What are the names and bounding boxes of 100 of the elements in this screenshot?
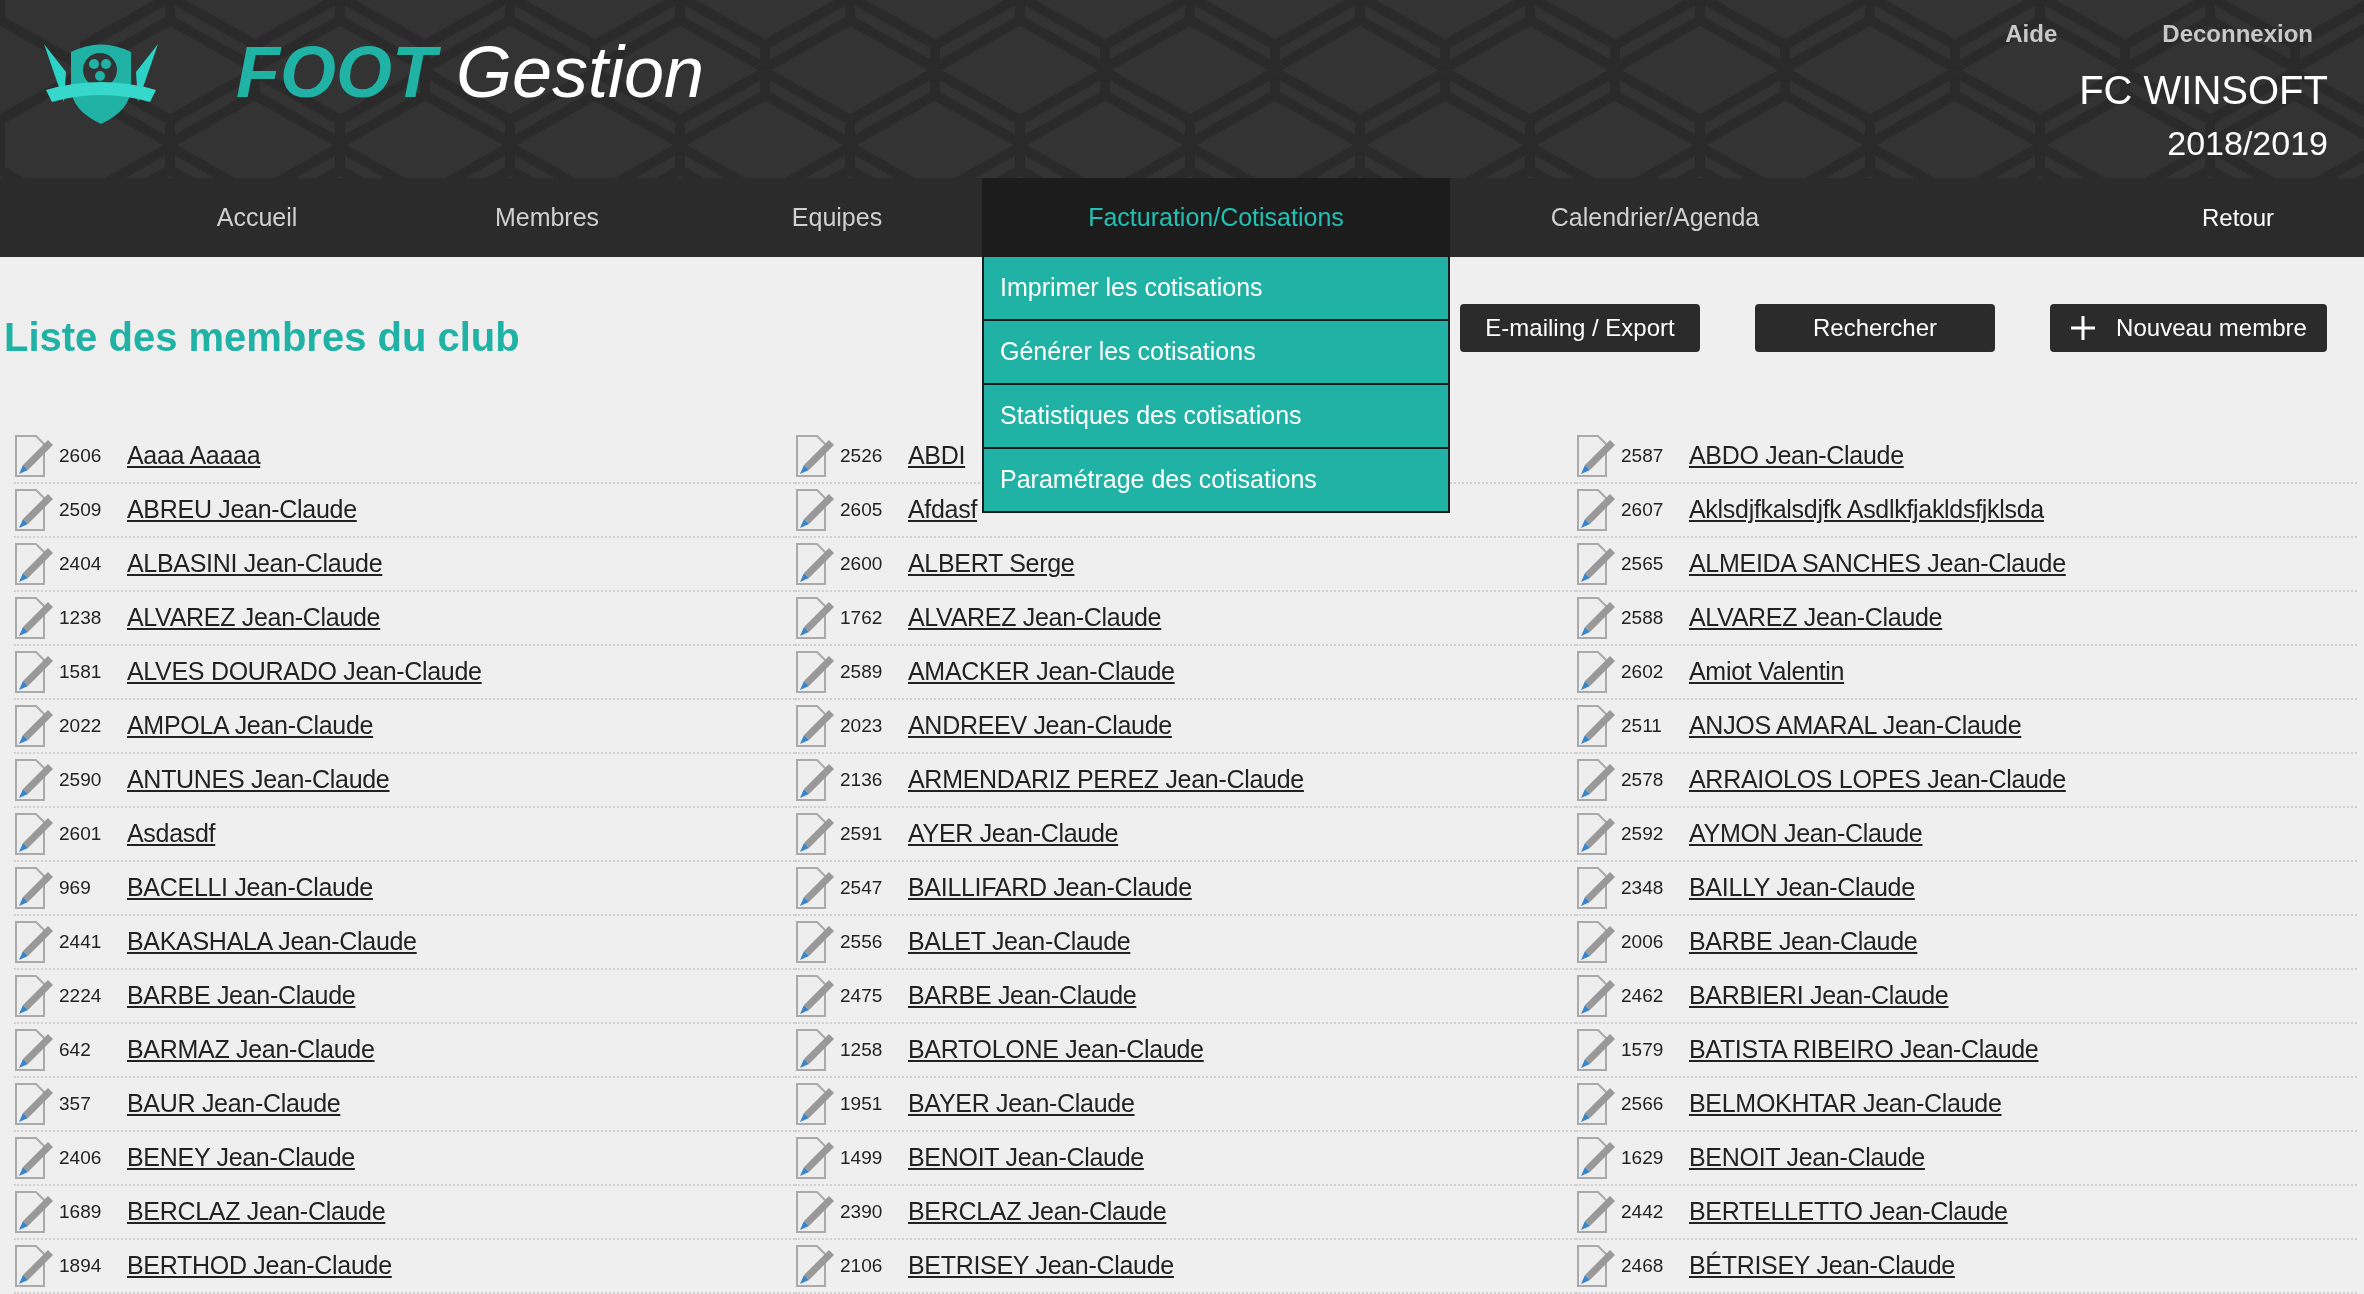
document-pencil-icon[interactable] (1576, 974, 1616, 1018)
document-pencil-icon[interactable] (1576, 434, 1616, 478)
document-pencil-icon[interactable] (795, 1082, 835, 1126)
member-link[interactable]: ALVES DOURADO Jean-Claude (127, 653, 482, 691)
member-link[interactable]: ALVAREZ Jean-Claude (1689, 599, 1943, 637)
nav-tab[interactable]: Membres (402, 178, 692, 257)
member-link[interactable]: BETRISEY Jean-Claude (908, 1247, 1174, 1285)
member-link[interactable]: AYER Jean-Claude (908, 815, 1119, 853)
member-link[interactable]: ALBERT Serge (908, 545, 1075, 583)
document-pencil-icon[interactable] (14, 974, 54, 1018)
document-pencil-icon[interactable] (1576, 1082, 1616, 1126)
member-link[interactable]: Amiot Valentin (1689, 653, 1845, 691)
member-link[interactable]: BENOIT Jean-Claude (908, 1139, 1144, 1177)
member-link[interactable]: ALVAREZ Jean-Claude (127, 599, 381, 637)
nav-tab[interactable]: Equipes (692, 178, 982, 257)
document-pencil-icon[interactable] (1576, 650, 1616, 694)
member-link[interactable]: BAILLIFARD Jean-Claude (908, 869, 1192, 907)
document-pencil-icon[interactable] (1576, 542, 1616, 586)
member-link[interactable]: BERCLAZ Jean-Claude (908, 1193, 1167, 1231)
document-pencil-icon[interactable] (1576, 704, 1616, 748)
document-pencil-icon[interactable] (14, 1028, 54, 1072)
document-pencil-icon[interactable] (1576, 1028, 1616, 1072)
action-button[interactable]: E-mailing / Export (1460, 304, 1700, 352)
member-link[interactable]: BENOIT Jean-Claude (1689, 1139, 1925, 1177)
member-link[interactable]: ABREU Jean-Claude (127, 491, 357, 529)
member-link[interactable]: BENEY Jean-Claude (127, 1139, 355, 1177)
new-member-button[interactable]: Nouveau membre (2050, 304, 2327, 352)
document-pencil-icon[interactable] (1576, 1190, 1616, 1234)
member-link[interactable]: ALVAREZ Jean-Claude (908, 599, 1162, 637)
member-link[interactable]: ALBASINI Jean-Claude (127, 545, 383, 583)
member-link[interactable]: BELMOKHTAR Jean-Claude (1689, 1085, 2002, 1123)
document-pencil-icon[interactable] (795, 920, 835, 964)
member-link[interactable]: BÉTRISEY Jean-Claude (1689, 1247, 1955, 1285)
document-pencil-icon[interactable] (1576, 488, 1616, 532)
document-pencil-icon[interactable] (14, 1190, 54, 1234)
document-pencil-icon[interactable] (14, 920, 54, 964)
member-link[interactable]: ARRAIOLOS LOPES Jean-Claude (1689, 761, 2066, 799)
document-pencil-icon[interactable] (795, 434, 835, 478)
member-link[interactable]: BATISTA RIBEIRO Jean-Claude (1689, 1031, 2039, 1069)
member-link[interactable]: ANJOS AMARAL Jean-Claude (1689, 707, 2022, 745)
member-link[interactable]: Aklsdjfkalsdjfk Asdlkfjakldsfjklsda (1689, 491, 2044, 529)
header-link[interactable]: Deconnexion (2162, 16, 2313, 52)
member-link[interactable]: BAYER Jean-Claude (908, 1085, 1135, 1123)
member-link[interactable]: BERTHOD Jean-Claude (127, 1247, 392, 1285)
action-button[interactable]: Rechercher (1755, 304, 1995, 352)
document-pencil-icon[interactable] (14, 542, 54, 586)
document-pencil-icon[interactable] (795, 1244, 835, 1288)
document-pencil-icon[interactable] (795, 596, 835, 640)
member-link[interactable]: BAUR Jean-Claude (127, 1085, 341, 1123)
member-link[interactable]: BERCLAZ Jean-Claude (127, 1193, 386, 1231)
nav-tab[interactable]: Accueil (112, 178, 402, 257)
member-link[interactable]: BAKASHALA Jean-Claude (127, 923, 417, 961)
member-link[interactable]: BERTELLETTO Jean-Claude (1689, 1193, 2008, 1231)
member-link[interactable]: BARBE Jean-Claude (1689, 923, 1918, 961)
member-link[interactable]: ARMENDARIZ PEREZ Jean-Claude (908, 761, 1304, 799)
document-pencil-icon[interactable] (1576, 812, 1616, 856)
document-pencil-icon[interactable] (795, 974, 835, 1018)
member-link[interactable]: BARTOLONE Jean-Claude (908, 1031, 1204, 1069)
document-pencil-icon[interactable] (14, 1082, 54, 1126)
member-link[interactable]: ABDI (908, 437, 966, 475)
document-pencil-icon[interactable] (795, 650, 835, 694)
document-pencil-icon[interactable] (14, 812, 54, 856)
nav-tab[interactable]: Calendrier/Agenda (1450, 178, 1860, 257)
member-link[interactable]: BARMAZ Jean-Claude (127, 1031, 375, 1069)
member-link[interactable]: BAILLY Jean-Claude (1689, 869, 1915, 907)
document-pencil-icon[interactable] (14, 596, 54, 640)
document-pencil-icon[interactable] (14, 758, 54, 802)
back-link[interactable]: Retour (2201, 178, 2274, 257)
member-link[interactable]: BACELLI Jean-Claude (127, 869, 373, 907)
nav-tab[interactable]: Facturation/Cotisations (982, 178, 1450, 257)
header-link[interactable]: Aide (2005, 16, 2058, 52)
member-link[interactable]: ABDO Jean-Claude (1689, 437, 1904, 475)
document-pencil-icon[interactable] (14, 650, 54, 694)
member-link[interactable]: Afdasf (908, 491, 978, 529)
document-pencil-icon[interactable] (795, 542, 835, 586)
document-pencil-icon[interactable] (795, 488, 835, 532)
document-pencil-icon[interactable] (14, 866, 54, 910)
document-pencil-icon[interactable] (14, 488, 54, 532)
member-link[interactable]: ALMEIDA SANCHES Jean-Claude (1689, 545, 2066, 583)
document-pencil-icon[interactable] (795, 1028, 835, 1072)
document-pencil-icon[interactable] (14, 1136, 54, 1180)
member-link[interactable]: BARBIERI Jean-Claude (1689, 977, 1949, 1015)
member-link[interactable]: AYMON Jean-Claude (1689, 815, 1923, 853)
document-pencil-icon[interactable] (795, 1136, 835, 1180)
document-pencil-icon[interactable] (14, 704, 54, 748)
member-link[interactable]: AMPOLA Jean-Claude (127, 707, 374, 745)
document-pencil-icon[interactable] (795, 1190, 835, 1234)
document-pencil-icon[interactable] (14, 1244, 54, 1288)
document-pencil-icon[interactable] (1576, 920, 1616, 964)
member-link[interactable]: ANTUNES Jean-Claude (127, 761, 390, 799)
member-link[interactable]: BARBE Jean-Claude (908, 977, 1137, 1015)
document-pencil-icon[interactable] (1576, 866, 1616, 910)
document-pencil-icon[interactable] (1576, 596, 1616, 640)
document-pencil-icon[interactable] (1576, 1244, 1616, 1288)
member-link[interactable]: ANDREEV Jean-Claude (908, 707, 1172, 745)
member-link[interactable]: Asdasdf (127, 815, 216, 853)
member-link[interactable]: Aaaa Aaaaa (127, 437, 261, 475)
member-link[interactable]: BALET Jean-Claude (908, 923, 1131, 961)
document-pencil-icon[interactable] (1576, 1136, 1616, 1180)
document-pencil-icon[interactable] (795, 758, 835, 802)
